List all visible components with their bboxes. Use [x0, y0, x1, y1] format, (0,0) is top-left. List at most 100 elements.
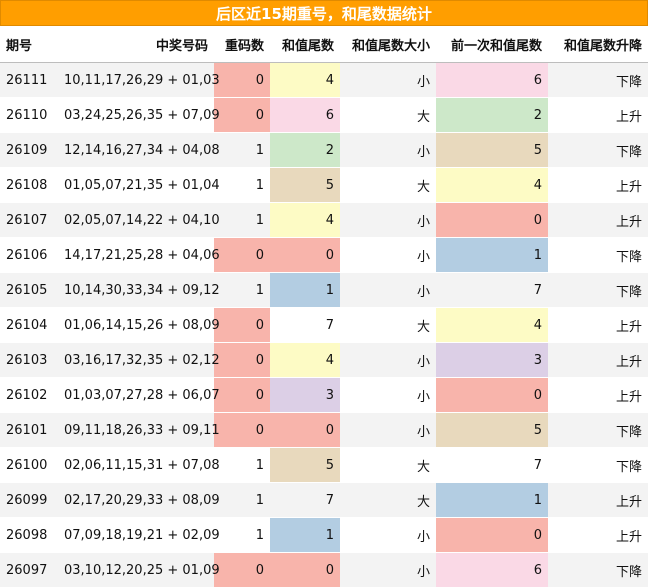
- table-row: 26103 03,16,17,32,35 + 02,12 0 4 小 3 上升: [0, 342, 648, 378]
- page-title: 后区近15期重号，和尾数据统计: [0, 0, 648, 26]
- cell-numbers: 02,06,11,15,31 + 07,08: [58, 447, 220, 483]
- cell-trend: 上升: [548, 342, 648, 378]
- cell-period: 26097: [0, 552, 58, 588]
- cell-trend: 下降: [548, 272, 648, 308]
- cell-repeat: 0: [214, 97, 270, 133]
- cell-tail: 4: [270, 62, 340, 98]
- cell-numbers: 01,06,14,15,26 + 08,09: [58, 307, 220, 343]
- header-size: 和值尾数大小: [340, 26, 436, 63]
- cell-repeat: 0: [214, 307, 270, 343]
- header-period: 期号: [0, 26, 58, 63]
- cell-prev-tail: 3: [436, 342, 548, 378]
- cell-period: 26099: [0, 482, 58, 518]
- header-repeat: 重码数: [214, 26, 270, 63]
- cell-numbers: 07,09,18,19,21 + 02,09: [58, 517, 220, 553]
- cell-period: 26108: [0, 167, 58, 203]
- cell-prev-tail: 0: [436, 517, 548, 553]
- cell-numbers: 14,17,21,25,28 + 04,06: [58, 237, 220, 273]
- cell-period: 26111: [0, 62, 58, 98]
- table-row: 26098 07,09,18,19,21 + 02,09 1 1 小 0 上升: [0, 517, 648, 553]
- table-row: 26101 09,11,18,26,33 + 09,11 0 0 小 5 下降: [0, 412, 648, 448]
- table-row: 26106 14,17,21,25,28 + 04,06 0 0 小 1 下降: [0, 237, 648, 273]
- cell-prev-tail: 0: [436, 377, 548, 413]
- cell-period: 26102: [0, 377, 58, 413]
- header-numbers: 中奖号码: [58, 26, 214, 63]
- cell-size: 小: [340, 412, 436, 448]
- cell-period: 26105: [0, 272, 58, 308]
- cell-trend: 上升: [548, 482, 648, 518]
- cell-repeat: 0: [214, 377, 270, 413]
- cell-size: 大: [340, 447, 436, 483]
- stats-table: 期号 中奖号码 重码数 和值尾数 和值尾数大小 前一次和值尾数 和值尾数升降 2…: [0, 26, 648, 588]
- cell-numbers: 02,05,07,14,22 + 04,10: [58, 202, 220, 238]
- table-row: 26100 02,06,11,15,31 + 07,08 1 5 大 7 下降: [0, 447, 648, 483]
- cell-numbers: 02,17,20,29,33 + 08,09: [58, 482, 220, 518]
- cell-period: 26107: [0, 202, 58, 238]
- cell-prev-tail: 7: [436, 447, 548, 483]
- cell-trend: 上升: [548, 202, 648, 238]
- cell-trend: 上升: [548, 377, 648, 413]
- cell-prev-tail: 1: [436, 482, 548, 518]
- cell-numbers: 10,14,30,33,34 + 09,12: [58, 272, 220, 308]
- cell-prev-tail: 7: [436, 272, 548, 308]
- cell-trend: 上升: [548, 167, 648, 203]
- table-row: 26104 01,06,14,15,26 + 08,09 0 7 大 4 上升: [0, 307, 648, 343]
- cell-prev-tail: 6: [436, 62, 548, 98]
- cell-period: 26101: [0, 412, 58, 448]
- cell-size: 小: [340, 132, 436, 168]
- cell-repeat: 1: [214, 202, 270, 238]
- table-row: 26099 02,17,20,29,33 + 08,09 1 7 大 1 上升: [0, 482, 648, 518]
- cell-numbers: 03,10,12,20,25 + 01,09: [58, 552, 220, 588]
- cell-tail: 7: [270, 482, 340, 518]
- cell-numbers: 12,14,16,27,34 + 04,08: [58, 132, 220, 168]
- cell-tail: 4: [270, 342, 340, 378]
- table-body: 26111 10,11,17,26,29 + 01,03 0 4 小 6 下降 26110 03…: [0, 62, 648, 588]
- cell-trend: 下降: [548, 447, 648, 483]
- cell-numbers: 09,11,18,26,33 + 09,11: [58, 412, 220, 448]
- header-row: 期号 中奖号码 重码数 和值尾数 和值尾数大小 前一次和值尾数 和值尾数升降: [0, 26, 648, 63]
- cell-numbers: 03,16,17,32,35 + 02,12: [58, 342, 220, 378]
- cell-size: 大: [340, 307, 436, 343]
- cell-numbers: 01,03,07,27,28 + 06,07: [58, 377, 220, 413]
- cell-prev-tail: 6: [436, 552, 548, 588]
- table-row: 26105 10,14,30,33,34 + 09,12 1 1 小 7 下降: [0, 272, 648, 308]
- table-row: 26107 02,05,07,14,22 + 04,10 1 4 小 0 上升: [0, 202, 648, 238]
- cell-repeat: 1: [214, 272, 270, 308]
- cell-repeat: 1: [214, 167, 270, 203]
- cell-numbers: 01,05,07,21,35 + 01,04: [58, 167, 220, 203]
- cell-trend: 下降: [548, 237, 648, 273]
- table-row: 26097 03,10,12,20,25 + 01,09 0 0 小 6 下降: [0, 552, 648, 588]
- cell-prev-tail: 4: [436, 307, 548, 343]
- cell-numbers: 03,24,25,26,35 + 07,09: [58, 97, 220, 133]
- cell-trend: 下降: [548, 132, 648, 168]
- cell-period: 26103: [0, 342, 58, 378]
- cell-repeat: 0: [214, 552, 270, 588]
- table-row: 26111 10,11,17,26,29 + 01,03 0 4 小 6 下降: [0, 62, 648, 98]
- cell-period: 26109: [0, 132, 58, 168]
- cell-tail: 7: [270, 307, 340, 343]
- table-row: 26109 12,14,16,27,34 + 04,08 1 2 小 5 下降: [0, 132, 648, 168]
- cell-repeat: 1: [214, 482, 270, 518]
- cell-prev-tail: 2: [436, 97, 548, 133]
- cell-tail: 1: [270, 517, 340, 553]
- cell-prev-tail: 0: [436, 202, 548, 238]
- cell-prev-tail: 1: [436, 237, 548, 273]
- cell-repeat: 0: [214, 412, 270, 448]
- cell-repeat: 0: [214, 237, 270, 273]
- cell-tail: 5: [270, 167, 340, 203]
- cell-size: 小: [340, 202, 436, 238]
- cell-period: 26106: [0, 237, 58, 273]
- table-row: 26102 01,03,07,27,28 + 06,07 0 3 小 0 上升: [0, 377, 648, 413]
- cell-tail: 0: [270, 552, 340, 588]
- cell-prev-tail: 4: [436, 167, 548, 203]
- cell-prev-tail: 5: [436, 412, 548, 448]
- cell-repeat: 1: [214, 447, 270, 483]
- cell-size: 大: [340, 167, 436, 203]
- cell-repeat: 1: [214, 132, 270, 168]
- cell-repeat: 0: [214, 62, 270, 98]
- cell-repeat: 1: [214, 517, 270, 553]
- header-tail: 和值尾数: [270, 26, 340, 63]
- cell-period: 26100: [0, 447, 58, 483]
- cell-trend: 上升: [548, 307, 648, 343]
- cell-size: 小: [340, 62, 436, 98]
